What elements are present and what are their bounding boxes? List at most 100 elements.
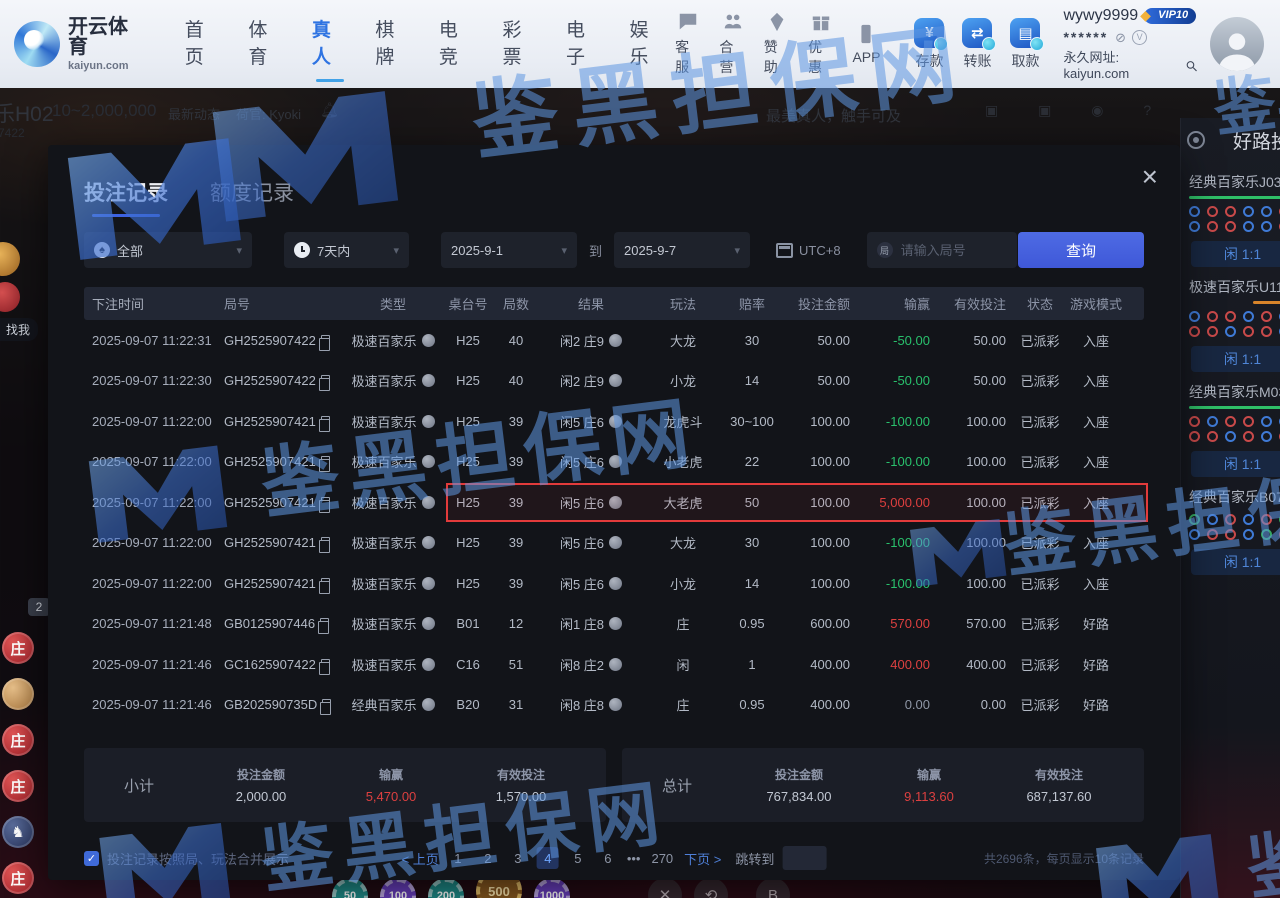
cell-bet-time: 2025-09-07 11:21:46	[84, 697, 224, 712]
info-icon[interactable]	[609, 617, 622, 630]
page-button[interactable]: 2	[477, 847, 499, 869]
next-page-button[interactable]: 下页 >	[684, 849, 721, 868]
info-icon[interactable]	[422, 658, 435, 671]
table-row[interactable]: 2025-09-07 11:22:00 GH2525907421 极速百家乐 H…	[84, 482, 1144, 523]
copy-icon[interactable]	[321, 416, 330, 427]
copy-icon[interactable]	[321, 335, 330, 346]
nav-item-promo[interactable]: 优惠	[808, 11, 834, 77]
query-button[interactable]: 查询	[1018, 232, 1144, 268]
bet-chip[interactable]: 1000	[534, 878, 570, 898]
brand-logo[interactable]: 开云体育 kaiyun.com	[14, 17, 145, 72]
info-icon[interactable]	[609, 334, 622, 347]
bet-chip[interactable]: 200	[428, 878, 464, 898]
copy-icon[interactable]	[320, 618, 329, 629]
page-button[interactable]: 1	[447, 847, 469, 869]
nav-tab[interactable]: 棋牌	[375, 15, 412, 73]
cell-play-type: 庄	[642, 614, 724, 633]
tab-bet-records[interactable]: 投注记录	[84, 177, 168, 217]
info-icon[interactable]	[422, 617, 435, 630]
quick-bet-button[interactable]: 闲 1:1	[1191, 346, 1280, 372]
date-from-picker[interactable]: 2025-9-1 ▾	[441, 232, 577, 268]
info-icon[interactable]	[609, 658, 622, 671]
nav-tab[interactable]: 真人	[312, 15, 349, 73]
close-icon[interactable]: ×	[1142, 163, 1158, 191]
nav-tab[interactable]: 体育	[248, 15, 285, 73]
info-icon[interactable]	[422, 698, 435, 711]
search-icon[interactable]	[1185, 59, 1198, 73]
deposit-button[interactable]: ¥ 存款	[914, 18, 944, 71]
cell-status: 已派彩	[1006, 493, 1062, 512]
copy-icon[interactable]	[321, 659, 330, 670]
info-icon[interactable]	[609, 577, 622, 590]
page-button[interactable]: 6	[597, 847, 619, 869]
table-row[interactable]: 2025-09-07 11:22:30 GH2525907422 极速百家乐 H…	[84, 361, 1144, 402]
quick-bet-button[interactable]: 闲 1:1	[1191, 241, 1280, 267]
transfer-button[interactable]: ⇄ 转账	[962, 18, 992, 71]
table-row[interactable]: 2025-09-07 11:22:00 GH2525907421 极速百家乐 H…	[84, 442, 1144, 483]
table-row[interactable]: 2025-09-07 11:21:46 GC1625907422 极速百家乐 C…	[84, 644, 1144, 685]
date-to-picker[interactable]: 2025-9-7 ▾	[614, 232, 750, 268]
nav-tab[interactable]: 电竞	[439, 15, 476, 73]
info-icon[interactable]	[422, 577, 435, 590]
table-row[interactable]: 2025-09-07 11:22:31 GH2525907422 极速百家乐 H…	[84, 320, 1144, 361]
sidebar-table-panel[interactable]: 经典百家乐J03 闲 1:1	[1189, 172, 1280, 267]
table-row[interactable]: 2025-09-07 11:22:00 GH2525907421 极速百家乐 H…	[84, 401, 1144, 442]
info-icon[interactable]	[609, 415, 622, 428]
info-icon[interactable]	[609, 536, 622, 549]
nav-item-sponsor[interactable]: 赞助	[764, 11, 790, 77]
withdraw-button[interactable]: ▤ 取款	[1010, 18, 1040, 71]
nav-tab[interactable]: 娱乐	[630, 15, 667, 73]
copy-icon[interactable]	[321, 456, 330, 467]
copy-icon[interactable]	[321, 497, 330, 508]
prev-page-button[interactable]: < 上页	[402, 849, 439, 868]
nav-item-support[interactable]: 客服	[675, 11, 701, 77]
nav-tab[interactable]: 彩票	[502, 15, 539, 73]
cell-result: 闲5 庄6	[540, 574, 642, 593]
find-me-tag[interactable]: 找我	[0, 318, 38, 341]
quick-bet-button[interactable]: 闲 1:1	[1191, 549, 1280, 575]
tab-quota-records[interactable]: 额度记录	[210, 177, 294, 217]
sidebar-table-panel[interactable]: 极速百家乐U11 闲 1:1	[1189, 277, 1280, 372]
info-icon[interactable]	[422, 334, 435, 347]
info-icon[interactable]	[609, 698, 622, 711]
merge-checkbox[interactable]: ✓	[84, 851, 99, 866]
table-row[interactable]: 2025-09-07 11:21:46 GB202590735D 经典百家乐 B…	[84, 685, 1144, 726]
jump-page-input[interactable]	[782, 846, 826, 870]
sidebar-table-panel[interactable]: 经典百家乐M03 闲 1:1	[1189, 382, 1280, 477]
page-button[interactable]: 3	[507, 847, 529, 869]
table-row[interactable]: 2025-09-07 11:21:48 GB0125907446 极速百家乐 B…	[84, 604, 1144, 645]
sidebar-table-panel[interactable]: 经典百家乐B07 闲 1:1	[1189, 487, 1280, 575]
info-icon[interactable]	[422, 455, 435, 468]
table-row[interactable]: 2025-09-07 11:22:00 GH2525907421 极速百家乐 H…	[84, 563, 1144, 604]
quick-bet-button[interactable]: 闲 1:1	[1191, 451, 1280, 477]
copy-icon[interactable]	[321, 537, 330, 548]
nav-item-app[interactable]: APP	[852, 23, 880, 65]
eye-slash-icon[interactable]: ⊘	[1115, 30, 1126, 46]
bet-chip[interactable]: 100	[380, 878, 416, 898]
copy-icon[interactable]	[321, 375, 330, 386]
info-icon[interactable]	[422, 415, 435, 428]
info-icon[interactable]	[609, 455, 622, 468]
game-type-select[interactable]: ♠ 全部 ▾	[84, 232, 252, 268]
table-row[interactable]: 2025-09-07 11:22:00 GH2525907421 极速百家乐 H…	[84, 523, 1144, 564]
bet-chip[interactable]: 50	[332, 878, 368, 898]
nav-tab[interactable]: 电子	[566, 15, 603, 73]
info-icon[interactable]	[422, 496, 435, 509]
page-button[interactable]: 4	[537, 847, 559, 869]
info-icon[interactable]	[609, 374, 622, 387]
last-page-button[interactable]: 270	[648, 847, 676, 869]
avatar[interactable]	[1210, 17, 1264, 71]
copy-icon[interactable]	[321, 578, 330, 589]
subtotal-bet-value: 2,000.00	[196, 789, 326, 804]
round-search-input[interactable]	[899, 242, 1007, 259]
period-select[interactable]: 7天内 ▾	[284, 232, 409, 268]
info-icon[interactable]	[422, 374, 435, 387]
nav-tab[interactable]: 首页	[185, 15, 222, 73]
cell-result: 闲5 庄6	[540, 533, 642, 552]
info-icon[interactable]	[609, 496, 622, 509]
copy-icon[interactable]	[322, 699, 331, 710]
info-icon[interactable]	[422, 536, 435, 549]
nav-item-partner[interactable]: 合营	[719, 11, 745, 77]
page-button[interactable]: 5	[567, 847, 589, 869]
refresh-icon[interactable]: V	[1132, 30, 1147, 45]
